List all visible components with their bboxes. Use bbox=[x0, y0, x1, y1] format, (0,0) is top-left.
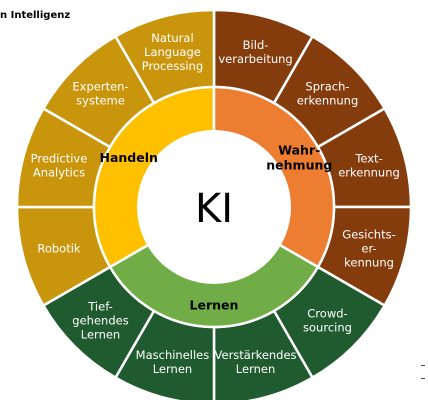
label-crowdsourcing: Crowd-sourcing bbox=[303, 306, 352, 334]
label-handeln: Handeln bbox=[99, 150, 157, 165]
label-spracherkennung: Sprach-erkennung bbox=[297, 80, 359, 108]
label-lernen: Lernen bbox=[190, 298, 239, 313]
edge-mark bbox=[421, 378, 425, 379]
edge-mark bbox=[421, 365, 425, 366]
center-label: KI bbox=[195, 186, 233, 232]
label-expertensysteme: Experten-systeme bbox=[72, 80, 128, 108]
ki-sunburst-diagram: KI Bild-verarbeitungSprach-erkennungText… bbox=[15, 8, 413, 400]
label-predictive-analytics: Predictive Analytics bbox=[31, 151, 88, 179]
label-robotik: Robotik bbox=[37, 242, 81, 256]
